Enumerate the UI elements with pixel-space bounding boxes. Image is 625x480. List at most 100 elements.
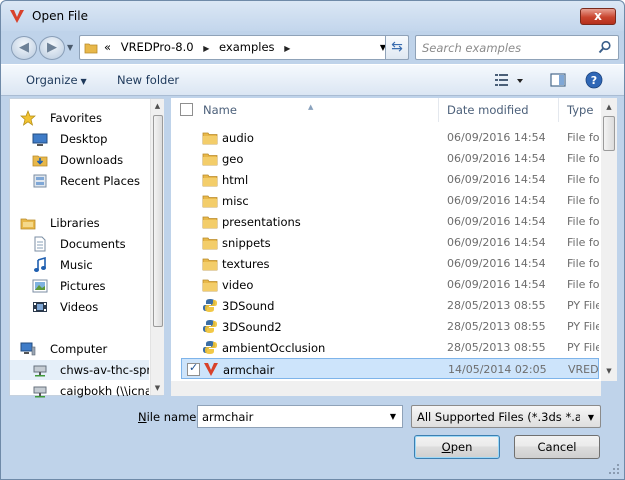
file-name: textures xyxy=(222,257,270,271)
breadcrumb-arrow-icon[interactable]: ▶ xyxy=(203,44,209,53)
file-name-input[interactable] xyxy=(202,409,377,424)
view-options-icon[interactable] xyxy=(494,71,524,89)
file-row-audio[interactable]: audio 06/09/2016 14:54 File fol xyxy=(181,127,599,148)
file-row-snippets[interactable]: snippets 06/09/2016 14:54 File fol xyxy=(181,232,599,253)
nav-videos[interactable]: Videos xyxy=(10,297,149,317)
folder-icon xyxy=(202,130,218,148)
nav-pictures[interactable]: Pictures xyxy=(10,276,149,296)
folder-icon xyxy=(202,151,218,169)
help-icon[interactable]: ? xyxy=(585,71,603,89)
chevron-down-icon: ▼ xyxy=(80,77,87,86)
file-row-ambientocclusion[interactable]: ambientOcclusion 28/05/2013 08:55 PY File xyxy=(181,337,599,358)
folder-icon xyxy=(202,172,218,190)
nav-documents-label: Documents xyxy=(60,237,126,251)
file-name: audio xyxy=(222,131,254,145)
column-header-date[interactable]: Date modified xyxy=(439,98,559,122)
row-checkbox[interactable]: ✓ xyxy=(187,361,200,376)
file-name-combo[interactable]: ▼ xyxy=(197,405,403,428)
python-file-icon xyxy=(202,340,218,358)
file-row-presentations[interactable]: presentations 06/09/2016 14:54 File fol xyxy=(181,211,599,232)
forward-arrow-icon: ▶ xyxy=(47,40,57,55)
file-name: 3DSound2 xyxy=(222,320,282,334)
nav-recent-places-label: Recent Places xyxy=(60,174,140,188)
cancel-button[interactable]: Cancel xyxy=(514,435,600,459)
chevron-down-icon[interactable]: ▼ xyxy=(390,412,396,421)
file-row-video[interactable]: video 06/09/2016 14:54 File fol xyxy=(181,274,599,295)
scroll-down-icon[interactable]: ▼ xyxy=(151,381,164,395)
scroll-down-icon[interactable]: ▼ xyxy=(601,364,617,378)
file-row-3dsound2[interactable]: 3DSound2 28/05/2013 08:55 PY File xyxy=(181,316,599,337)
file-row-misc[interactable]: misc 06/09/2016 14:54 File fol xyxy=(181,190,599,211)
preview-pane-icon[interactable] xyxy=(549,71,567,89)
file-list: Name ▲ Date modified Type audio 06/09/201… xyxy=(171,98,617,381)
open-button[interactable]: Open xyxy=(414,435,500,459)
file-date: 06/09/2016 14:54 xyxy=(447,152,546,165)
nav-drive-chws-label: chws-av-thc-spr xyxy=(60,363,149,377)
computer-icon xyxy=(20,342,36,356)
nav-documents[interactable]: Documents xyxy=(10,234,149,254)
nav-drive-chws[interactable]: chws-av-thc-spr xyxy=(10,360,149,380)
column-header-type[interactable]: Type xyxy=(559,98,603,122)
file-list-scroll-thumb[interactable] xyxy=(603,116,615,151)
file-date: 06/09/2016 14:54 xyxy=(447,194,546,207)
scroll-up-icon[interactable]: ▲ xyxy=(151,99,164,113)
nav-computer[interactable]: Computer xyxy=(10,339,149,359)
resize-grip-icon[interactable] xyxy=(608,463,620,475)
file-row-armchair[interactable]: ✓ armchair 14/05/2014 02:05 VRED E xyxy=(181,358,600,380)
nav-music-label: Music xyxy=(60,258,93,272)
organize-button[interactable]: Organize ▼ xyxy=(26,73,87,87)
file-row-3dsound[interactable]: 3DSound 28/05/2013 08:55 PY File xyxy=(181,295,599,316)
chevron-down-icon: ▼ xyxy=(587,413,594,422)
file-list-scrollbar[interactable]: ▲ ▼ xyxy=(601,98,617,381)
new-folder-button[interactable]: New folder xyxy=(117,73,179,87)
file-date: 06/09/2016 14:54 xyxy=(447,257,546,270)
breadcrumb-overflow[interactable]: « xyxy=(104,40,111,54)
new-folder-label: New folder xyxy=(117,73,180,87)
downloads-icon xyxy=(32,155,48,167)
scroll-up-icon[interactable]: ▲ xyxy=(601,100,617,114)
breadcrumb-vredpro[interactable]: VREDPro-8.0 xyxy=(121,40,194,54)
desktop-icon xyxy=(32,133,48,146)
title-bar[interactable]: Open File x xyxy=(1,1,624,31)
address-bar[interactable]: « VREDPro-8.0 ▶ examples ▶ ▼ xyxy=(79,35,409,60)
nav-drive-caigbokh[interactable]: caigbokh (\\icna xyxy=(10,381,149,401)
folder-icon xyxy=(202,277,218,295)
navigation-scroll-thumb[interactable] xyxy=(153,115,163,327)
file-row-geo[interactable]: geo 06/09/2016 14:54 File fol xyxy=(181,148,599,169)
breadcrumb-arrow-icon[interactable]: ▶ xyxy=(284,44,290,53)
file-name: presentations xyxy=(222,215,301,229)
column-header-name[interactable]: Name ▲ xyxy=(171,98,439,122)
close-button[interactable]: x xyxy=(580,8,616,25)
file-type-filter[interactable]: All Supported Files (*.3ds *.asc ▼ xyxy=(411,405,601,428)
nav-desktop[interactable]: Desktop xyxy=(10,129,149,149)
documents-icon xyxy=(34,236,46,252)
forward-button[interactable]: ▶ xyxy=(39,36,65,60)
file-list-horizontal-scrollbar[interactable] xyxy=(171,381,601,396)
file-date: 06/09/2016 14:54 xyxy=(447,215,546,228)
file-row-textures[interactable]: textures 06/09/2016 14:54 File fol xyxy=(181,253,599,274)
nav-music[interactable]: Music xyxy=(10,255,149,275)
back-button[interactable]: ◀ xyxy=(11,36,37,60)
search-box[interactable] xyxy=(415,35,619,60)
nav-libraries-label: Libraries xyxy=(50,216,100,230)
navigation-scrollbar[interactable]: ▲ ▼ xyxy=(150,99,164,395)
nav-downloads[interactable]: Downloads xyxy=(10,150,149,170)
nav-favorites[interactable]: Favorites xyxy=(10,108,149,128)
navigation-pane: Favorites Desktop Downloads Recent Place… xyxy=(9,98,164,398)
refresh-button[interactable]: ⇆ xyxy=(385,35,409,60)
nav-libraries[interactable]: Libraries xyxy=(10,213,149,233)
breadcrumb-examples[interactable]: examples xyxy=(219,40,275,54)
music-icon xyxy=(34,257,46,272)
vred-file-icon xyxy=(203,362,219,380)
nav-recent-places[interactable]: Recent Places xyxy=(10,171,149,191)
organize-label: Organize xyxy=(26,73,78,87)
back-arrow-icon: ◀ xyxy=(19,40,29,55)
select-all-checkbox[interactable] xyxy=(180,103,193,116)
search-input[interactable] xyxy=(422,40,592,55)
file-date: 06/09/2016 14:54 xyxy=(447,131,546,144)
recent-locations-dropdown-icon[interactable]: ▼ xyxy=(67,43,73,52)
open-file-dialog: Open File x ◀ ▶ ▼ « VREDPro-8.0 ▶ exampl… xyxy=(0,0,625,480)
command-toolbar: Organize ▼ New folder ? xyxy=(1,64,624,96)
file-row-html[interactable]: html 06/09/2016 14:54 File fol xyxy=(181,169,599,190)
python-file-icon xyxy=(202,319,218,337)
